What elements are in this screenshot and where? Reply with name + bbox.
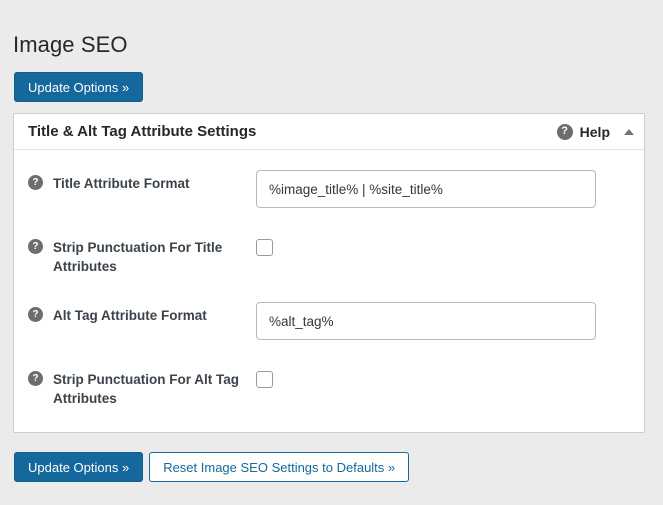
update-options-button-top[interactable]: Update Options » — [14, 72, 143, 102]
title-attribute-format-input[interactable] — [256, 170, 596, 208]
setting-field — [253, 170, 630, 208]
question-mark-icon[interactable]: ? — [28, 175, 43, 190]
panel-body: ? Title Attribute Format ? Strip Punctua… — [14, 150, 644, 432]
setting-label: Title Attribute Format — [53, 174, 190, 193]
setting-row-strip-punctuation-alt: ? Strip Punctuation For Alt Tag Attribut… — [14, 366, 644, 408]
alt-tag-attribute-format-input[interactable] — [256, 302, 596, 340]
setting-label: Strip Punctuation For Title Attributes — [53, 238, 253, 276]
update-options-button-bottom[interactable]: Update Options » — [14, 452, 143, 482]
question-mark-icon[interactable]: ? — [28, 371, 43, 386]
setting-label-group: ? Alt Tag Attribute Format — [28, 302, 253, 325]
setting-label-group: ? Strip Punctuation For Alt Tag Attribut… — [28, 366, 253, 408]
setting-row-alt-tag-attribute-format: ? Alt Tag Attribute Format — [14, 302, 644, 340]
setting-label-group: ? Strip Punctuation For Title Attributes — [28, 234, 253, 276]
setting-label: Strip Punctuation For Alt Tag Attributes — [53, 370, 253, 408]
top-action-bar: Update Options » — [14, 72, 143, 102]
panel-header: Title & Alt Tag Attribute Settings ? Hel… — [14, 114, 644, 150]
settings-panel: Title & Alt Tag Attribute Settings ? Hel… — [13, 113, 645, 433]
setting-row-title-attribute-format: ? Title Attribute Format — [14, 170, 644, 208]
setting-field — [253, 302, 630, 340]
setting-field — [253, 366, 630, 388]
setting-label-group: ? Title Attribute Format — [28, 170, 253, 193]
strip-punctuation-alt-checkbox[interactable] — [256, 371, 273, 388]
question-mark-icon[interactable]: ? — [557, 124, 573, 140]
setting-label: Alt Tag Attribute Format — [53, 306, 207, 325]
page-title: Image SEO — [13, 31, 128, 59]
panel-title: Title & Alt Tag Attribute Settings — [28, 124, 557, 139]
chevron-up-icon[interactable] — [624, 129, 634, 135]
setting-field — [253, 234, 630, 256]
panel-help-link[interactable]: ? Help — [557, 124, 610, 140]
help-label: Help — [580, 125, 610, 139]
strip-punctuation-title-checkbox[interactable] — [256, 239, 273, 256]
question-mark-icon[interactable]: ? — [28, 239, 43, 254]
question-mark-icon[interactable]: ? — [28, 307, 43, 322]
setting-row-strip-punctuation-title: ? Strip Punctuation For Title Attributes — [14, 234, 644, 276]
reset-settings-button[interactable]: Reset Image SEO Settings to Defaults » — [149, 452, 409, 482]
bottom-action-bar: Update Options » Reset Image SEO Setting… — [14, 452, 409, 482]
